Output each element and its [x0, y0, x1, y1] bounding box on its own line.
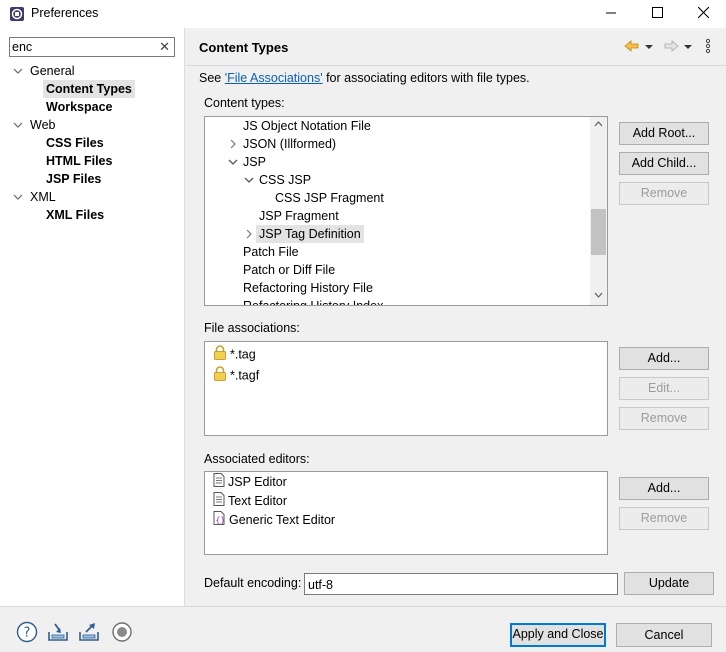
- nav-item-general[interactable]: General: [30, 62, 74, 80]
- preference-nav-pane: ✕ General Content Types Workspace Web CS…: [0, 28, 185, 606]
- file-association-pattern: *.tag: [230, 347, 256, 362]
- record-icon[interactable]: [111, 621, 133, 643]
- content-types-tree[interactable]: JS Object Notation File JSON (Illformed)…: [204, 116, 608, 306]
- list-item[interactable]: {} Generic Text Editor: [213, 511, 335, 529]
- associated-editors-list[interactable]: JSP Editor Text Editor {} Generic Text E…: [204, 471, 608, 555]
- tree-item-refactoring-history-index[interactable]: Refactoring History Index: [243, 297, 383, 305]
- dialog-button-bar: ? Apply and Close Cancel: [0, 606, 726, 652]
- chevron-down-icon[interactable]: [13, 188, 23, 206]
- tree-item-jsp-tag-definition[interactable]: JSP Tag Definition: [256, 225, 364, 243]
- tree-item-jsp[interactable]: JSP: [243, 153, 266, 171]
- clear-filter-icon[interactable]: ✕: [159, 39, 170, 55]
- file-associations-label: File associations:: [204, 321, 300, 335]
- add-file-association-button[interactable]: Add...: [619, 347, 709, 370]
- tree-item-css-jsp[interactable]: CSS JSP: [259, 171, 311, 189]
- view-menu-icon[interactable]: [705, 38, 711, 54]
- close-button[interactable]: [680, 0, 726, 28]
- file-associations-link[interactable]: 'File Associations': [225, 71, 323, 85]
- scrollbar-thumb[interactable]: [591, 209, 606, 255]
- nav-item-jsp-files[interactable]: JSP Files: [46, 170, 101, 188]
- tree-item-js-object-notation[interactable]: JS Object Notation File: [243, 117, 371, 135]
- tree-item-patch-file[interactable]: Patch File: [243, 243, 299, 261]
- tree-item-patch-or-diff-file[interactable]: Patch or Diff File: [243, 261, 335, 279]
- minimize-button[interactable]: [588, 0, 634, 28]
- nav-item-content-types[interactable]: Content Types: [43, 80, 135, 98]
- content-types-scrollbar[interactable]: [590, 117, 607, 305]
- back-arrow-icon[interactable]: [624, 38, 640, 54]
- help-icon[interactable]: ?: [16, 621, 38, 643]
- filter-field[interactable]: ✕: [9, 37, 175, 57]
- file-associations-hint: See 'File Associations' for associating …: [199, 71, 530, 85]
- lock-icon: [213, 345, 227, 365]
- svg-text:?: ?: [24, 626, 31, 641]
- editor-name: Text Editor: [228, 494, 288, 508]
- nav-item-web[interactable]: Web: [30, 116, 55, 134]
- remove-file-association-button[interactable]: Remove: [619, 407, 709, 430]
- file-associations-list[interactable]: *.tag *.tagf: [204, 341, 608, 436]
- update-button[interactable]: Update: [624, 572, 714, 595]
- maximize-icon: [651, 7, 663, 21]
- eclipse-app-icon: [9, 6, 25, 25]
- tree-item-jsp-fragment[interactable]: JSP Fragment: [259, 207, 339, 225]
- generic-text-editor-icon: {}: [213, 511, 226, 530]
- editor-name: JSP Editor: [228, 475, 287, 489]
- remove-editor-button[interactable]: Remove: [619, 507, 709, 530]
- scroll-up-icon[interactable]: [590, 117, 607, 134]
- nav-item-xml[interactable]: XML: [30, 188, 56, 206]
- jsp-editor-icon: [213, 473, 225, 492]
- filter-input[interactable]: [12, 39, 152, 55]
- list-item[interactable]: JSP Editor: [213, 473, 287, 491]
- page-header: Content Types: [186, 28, 726, 66]
- chevron-down-icon[interactable]: [13, 116, 23, 134]
- tree-item-refactoring-history-file[interactable]: Refactoring History File: [243, 279, 373, 297]
- cancel-button[interactable]: Cancel: [616, 623, 712, 647]
- hint-prefix: See: [199, 71, 225, 85]
- list-item[interactable]: *.tagf: [213, 366, 259, 384]
- maximize-button[interactable]: [634, 0, 680, 28]
- add-child-button[interactable]: Add Child...: [619, 152, 709, 175]
- tree-item-json-illformed[interactable]: JSON (Illformed): [243, 135, 336, 153]
- remove-content-type-button[interactable]: Remove: [619, 182, 709, 205]
- add-root-button[interactable]: Add Root...: [619, 122, 709, 145]
- content-types-page: Content Types See 'File Associations' fo…: [186, 28, 726, 606]
- forward-menu-chevron-icon[interactable]: [684, 40, 692, 56]
- content-types-label: Content types:: [204, 96, 285, 110]
- preferences-window: Preferences ✕ General Content Types Work…: [0, 0, 726, 652]
- tree-item-css-jsp-fragment[interactable]: CSS JSP Fragment: [275, 189, 384, 207]
- file-association-pattern: *.tagf: [230, 368, 260, 383]
- associated-editors-label: Associated editors:: [204, 452, 310, 466]
- nav-item-workspace[interactable]: Workspace: [46, 98, 112, 116]
- chevron-down-icon[interactable]: [243, 171, 255, 189]
- page-title: Content Types: [199, 40, 289, 55]
- editor-name: Generic Text Editor: [229, 513, 336, 527]
- nav-item-html-files[interactable]: HTML Files: [46, 152, 112, 170]
- text-editor-icon: [213, 492, 225, 511]
- default-encoding-input[interactable]: [308, 576, 608, 593]
- window-title: Preferences: [31, 6, 99, 20]
- edit-file-association-button[interactable]: Edit...: [619, 377, 709, 400]
- title-bar: Preferences: [0, 0, 726, 28]
- add-editor-button[interactable]: Add...: [619, 477, 709, 500]
- close-icon: [697, 6, 709, 21]
- list-item[interactable]: *.tag: [213, 345, 256, 363]
- back-menu-chevron-icon[interactable]: [645, 40, 653, 56]
- scroll-down-icon[interactable]: [590, 288, 607, 305]
- chevron-down-icon[interactable]: [227, 153, 239, 171]
- svg-text:{}: {}: [216, 516, 226, 525]
- hint-suffix: for associating editors with file types.: [322, 71, 530, 85]
- nav-item-css-files[interactable]: CSS Files: [46, 134, 104, 152]
- list-item[interactable]: Text Editor: [213, 492, 287, 510]
- chevron-down-icon[interactable]: [13, 62, 23, 80]
- nav-item-xml-files[interactable]: XML Files: [46, 206, 104, 224]
- import-icon[interactable]: [47, 621, 69, 643]
- minimize-icon: [606, 7, 616, 21]
- forward-arrow-icon[interactable]: [663, 38, 679, 54]
- default-encoding-field[interactable]: [304, 573, 618, 595]
- apply-and-close-button[interactable]: Apply and Close: [510, 623, 606, 647]
- chevron-right-icon[interactable]: [227, 135, 239, 153]
- lock-icon: [213, 366, 227, 386]
- chevron-right-icon[interactable]: [243, 225, 255, 243]
- default-encoding-label: Default encoding:: [204, 576, 302, 590]
- export-icon[interactable]: [78, 621, 100, 643]
